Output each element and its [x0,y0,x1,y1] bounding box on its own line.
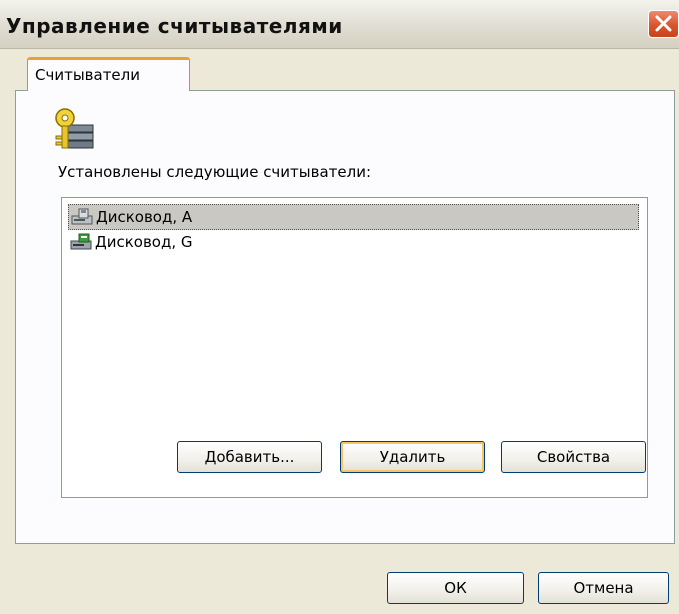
reader-key-icon [55,108,94,149]
tab-readers[interactable]: Считыватели [27,57,190,91]
close-icon [655,15,672,32]
cancel-button[interactable]: Отмена [538,572,669,604]
reader-name: Дисковод, G [95,233,193,251]
properties-button[interactable]: Свойства [501,441,646,473]
list-item[interactable]: Дисковод, G [68,230,639,256]
installed-readers-label: Установлены следующие считыватели: [58,163,372,181]
close-button[interactable] [648,10,679,38]
delete-button[interactable]: Удалить [340,441,485,473]
reader-name: Дисковод, A [96,208,193,226]
dialog-window: Управление считывателями Считыватели Уст… [0,0,679,614]
removable-drive-icon [70,233,92,250]
tab-panel: Установлены следующие считыватели: Диско… [15,90,675,544]
ok-button[interactable]: ОК [387,572,524,604]
title-bar[interactable]: Управление считывателями [0,0,679,49]
add-button[interactable]: Добавить... [177,441,322,473]
list-item[interactable]: Дисковод, A [68,204,639,230]
floppy-drive-icon [71,208,93,225]
window-title: Управление считывателями [6,14,343,38]
tab-readers-label: Считыватели [35,66,140,84]
